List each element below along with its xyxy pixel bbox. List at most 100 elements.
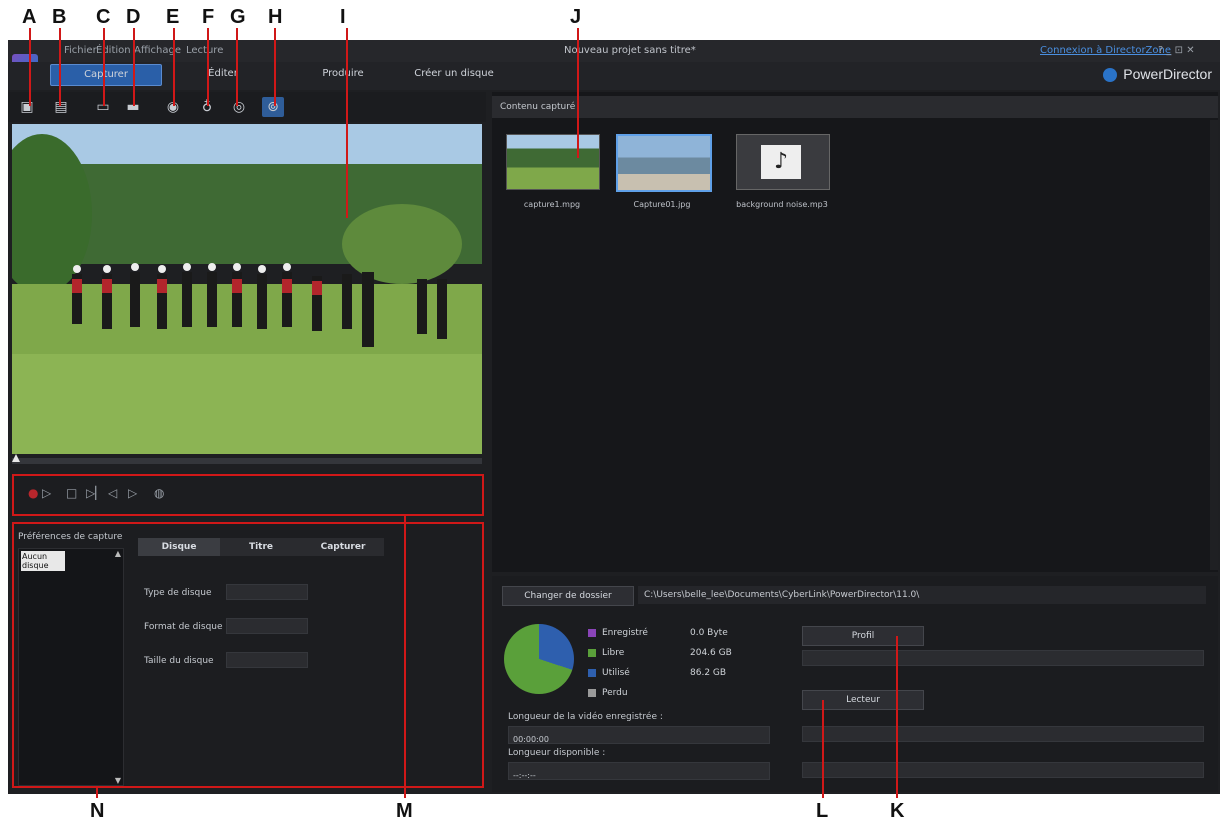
scrubber-handle[interactable]: [12, 454, 20, 462]
callout-f: F: [202, 6, 215, 28]
callout-n: N: [90, 800, 105, 822]
change-folder-button[interactable]: Changer de dossier: [502, 586, 634, 606]
tab-capture-settings[interactable]: Capturer: [302, 538, 384, 556]
next-frame-icon[interactable]: ▷: [128, 486, 137, 500]
legend-swatch: [588, 648, 596, 657]
recorded-value: 0.0 Byte: [690, 628, 728, 638]
callout-l: L: [816, 800, 829, 822]
player-button[interactable]: Lecteur: [802, 690, 924, 710]
previous-frame-icon[interactable]: ◁: [108, 486, 117, 500]
tab-title[interactable]: Titre: [220, 538, 302, 556]
leader-line-f: [207, 28, 209, 106]
capture-toolbar: ▣ ▤ ▭ ▬ ◉ ♁ ◎ ⊚: [8, 92, 486, 122]
mode-bar: Capturer Éditer Produire Créer un disque…: [8, 62, 1220, 90]
disc-size-field[interactable]: [226, 652, 308, 668]
content-scrollbar[interactable]: [1210, 120, 1218, 570]
available-length-label: Longueur disponible :: [508, 748, 606, 758]
playback-controls: ● ▷ □ ▷▏ ◁ ▷ ◍: [12, 474, 484, 516]
scroll-down-icon[interactable]: ▼: [115, 776, 121, 785]
disc-type-label: Type de disque: [144, 588, 212, 598]
legend-label: Libre: [602, 648, 625, 658]
tab-edit[interactable]: Éditer: [188, 64, 258, 84]
play-icon[interactable]: ▷: [42, 486, 51, 500]
disc-format-field[interactable]: [226, 618, 308, 634]
callout-d: D: [126, 6, 141, 28]
callout-m: M: [396, 800, 413, 822]
thumbnail-capture-video[interactable]: [506, 134, 600, 190]
tab-produce[interactable]: Produire: [308, 64, 378, 84]
capture-camera-icon[interactable]: ▣: [16, 97, 38, 117]
captured-content-header: Contenu capturé: [492, 96, 1218, 118]
recorded-length-label: Longueur de la vidéo enregistrée :: [508, 712, 663, 722]
callout-c: C: [96, 6, 111, 28]
callout-e: E: [166, 6, 180, 28]
legend-label: Perdu: [602, 688, 628, 698]
legend-swatch: [588, 688, 596, 697]
callout-h: H: [268, 6, 283, 28]
scroll-up-icon[interactable]: ▲: [115, 549, 121, 558]
record-icon[interactable]: ●: [28, 486, 38, 500]
thumbnail-caption: capture1.mpg: [523, 200, 581, 209]
thumbnail-capture-image[interactable]: [616, 134, 712, 192]
leader-line-d: [133, 28, 135, 106]
leader-line-j: [577, 28, 579, 158]
thumbnail-audio[interactable]: ♪: [736, 134, 830, 190]
disk-usage-pie: [504, 624, 574, 694]
callout-i: I: [340, 6, 346, 28]
legend-free: Libre: [588, 648, 624, 658]
legend-swatch: [588, 628, 596, 637]
leader-line-a: [29, 28, 31, 106]
snapshot-icon[interactable]: ◍: [154, 486, 164, 500]
used-value: 86.2 GB: [690, 668, 727, 678]
prefs-tabs: Disque Titre Capturer: [138, 538, 384, 556]
disc-type-field[interactable]: [226, 584, 308, 600]
callout-g: G: [230, 6, 246, 28]
tab-create-disc[interactable]: Créer un disque: [404, 64, 504, 84]
tab-disc[interactable]: Disque: [138, 538, 220, 556]
capture-dvd-icon[interactable]: ⊚: [262, 97, 284, 117]
powerdirector-brand: PowerDirector: [1103, 66, 1212, 83]
leader-line-k: [896, 636, 898, 798]
menu-bar: Fichier Édition Affichage Lecture Nouvea…: [8, 40, 1220, 74]
leader-line-e: [173, 28, 175, 106]
leader-line-b: [59, 28, 61, 106]
legend-label: Enregistré: [602, 628, 648, 638]
stop-icon[interactable]: □: [66, 486, 77, 500]
thumbnail-caption: Capture01.jpg: [633, 200, 691, 209]
legend-swatch: [588, 668, 596, 677]
legend-recorded: Enregistré: [588, 628, 648, 638]
preview-scrubber[interactable]: [12, 454, 482, 464]
recorded-length-value: 00:00:00: [513, 735, 549, 744]
leader-line-h: [274, 28, 276, 106]
folder-path: C:\Users\belle_lee\Documents\CyberLink\P…: [638, 586, 1206, 604]
leader-line-i: [346, 28, 348, 218]
storage-info-panel: Changer de dossier C:\Users\belle_lee\Do…: [492, 576, 1218, 792]
capture-cd-icon[interactable]: ◎: [228, 97, 250, 117]
brand-name: PowerDirector: [1123, 66, 1212, 82]
menu-playback[interactable]: Lecture: [186, 45, 223, 56]
profile-button[interactable]: Profil: [802, 626, 924, 646]
capture-dv-icon[interactable]: ▤: [50, 97, 72, 117]
directorzone-link[interactable]: Connexion à DirectorZone: [1040, 45, 1171, 56]
disc-size-label: Taille du disque: [144, 656, 214, 666]
project-title: Nouveau projet sans titre*: [564, 45, 696, 56]
leader-line-m: [404, 514, 406, 798]
disc-list[interactable]: Aucun disque ▲ ▼: [18, 548, 124, 786]
player-field-2: [802, 762, 1204, 778]
step-forward-icon[interactable]: ▷▏: [86, 486, 104, 500]
powerdirector-window: Fichier Édition Affichage Lecture Nouvea…: [8, 40, 1220, 794]
music-note-icon: ♪: [761, 145, 801, 179]
menu-file[interactable]: Fichier: [64, 45, 97, 56]
prefs-title: Préférences de capture: [18, 532, 123, 542]
legend-label: Utilisé: [602, 668, 630, 678]
capture-preferences: Préférences de capture Aucun disque ▲ ▼ …: [12, 522, 484, 788]
tab-capture[interactable]: Capturer: [50, 64, 162, 86]
disc-list-item[interactable]: Aucun disque: [21, 551, 65, 571]
brand-icon: [1103, 68, 1118, 83]
menu-edit[interactable]: Édition: [96, 45, 131, 56]
leader-line-c: [103, 28, 105, 106]
player-field-1: [802, 726, 1204, 742]
available-length-field: --:--:--: [508, 762, 770, 780]
window-controls[interactable]: ? _ ⊡ ✕: [1158, 45, 1195, 56]
preview-scene: [12, 124, 482, 454]
